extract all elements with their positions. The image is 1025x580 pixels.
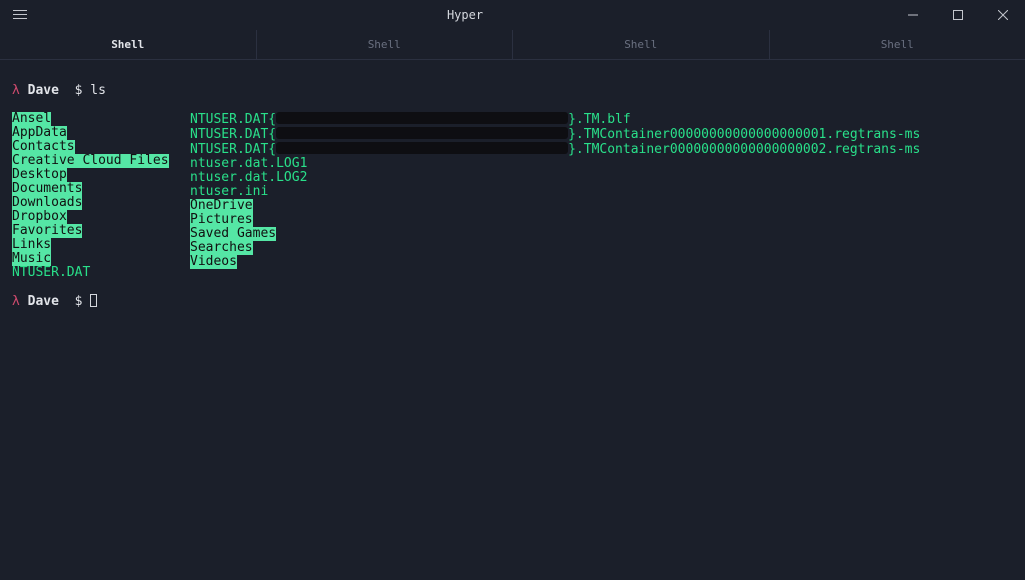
list-item: ntuser.ini bbox=[190, 185, 920, 199]
menu-icon[interactable] bbox=[0, 10, 40, 19]
prompt-user: Dave bbox=[28, 83, 59, 98]
list-item: Music bbox=[12, 252, 51, 266]
list-item: Ansel bbox=[12, 112, 51, 126]
prompt-dollar: $ bbox=[75, 83, 83, 98]
prompt-lambda: λ bbox=[12, 294, 20, 309]
redacted-text bbox=[276, 142, 568, 154]
list-item: Searches bbox=[190, 241, 253, 255]
file-suffix: }.TMContainer00000000000000000001.regtra… bbox=[568, 127, 920, 142]
tab-shell-2[interactable]: Shell bbox=[257, 30, 514, 59]
ls-output: Ansel AppData Contacts Creative Cloud Fi… bbox=[12, 112, 1013, 280]
list-item: Pictures bbox=[190, 213, 253, 227]
file-suffix: }.TMContainer00000000000000000002.regtra… bbox=[568, 142, 920, 157]
list-item: Downloads bbox=[12, 196, 82, 210]
window-controls bbox=[890, 0, 1025, 29]
file-prefix: NTUSER.DAT{ bbox=[190, 142, 276, 157]
list-item: NTUSER.DAT{ }.TMContainer0000000000000000… bbox=[190, 142, 920, 157]
prompt-dollar: $ bbox=[75, 294, 83, 309]
redacted-text bbox=[276, 127, 568, 139]
maximize-button[interactable] bbox=[935, 0, 980, 29]
prompt-user: Dave bbox=[28, 294, 59, 309]
file-prefix: NTUSER.DAT{ bbox=[190, 112, 276, 127]
file-suffix: }.TM.blf bbox=[568, 112, 631, 127]
list-item: Links bbox=[12, 238, 51, 252]
list-item: NTUSER.DAT{ }.TM.blf bbox=[190, 112, 920, 127]
prompt-line-2: λ Dave $ bbox=[12, 294, 1013, 309]
title-bar: Hyper bbox=[0, 0, 1025, 30]
file-prefix: NTUSER.DAT{ bbox=[190, 127, 276, 142]
minimize-button[interactable] bbox=[890, 0, 935, 29]
ls-column-2: NTUSER.DAT{ }.TM.blf NTUSER.DAT{ }.TMConta… bbox=[190, 112, 920, 269]
tab-shell-3[interactable]: Shell bbox=[513, 30, 770, 59]
list-item: ntuser.dat.LOG1 bbox=[190, 157, 920, 171]
prompt-command: ls bbox=[90, 83, 106, 98]
prompt-line-1: λ Dave $ ls bbox=[12, 84, 1013, 98]
tab-bar: Shell Shell Shell Shell bbox=[0, 30, 1025, 60]
list-item: Saved Games bbox=[190, 227, 276, 241]
list-item: Videos bbox=[190, 255, 237, 269]
list-item: Creative Cloud Files bbox=[12, 154, 169, 168]
list-item: Documents bbox=[12, 182, 82, 196]
terminal-area[interactable]: λ Dave $ ls Ansel AppData Contacts Creat… bbox=[0, 60, 1025, 333]
redacted-text bbox=[276, 112, 568, 124]
list-item: Contacts bbox=[12, 140, 75, 154]
list-item: Dropbox bbox=[12, 210, 67, 224]
prompt-lambda: λ bbox=[12, 83, 20, 98]
list-item: Favorites bbox=[12, 224, 82, 238]
list-item: AppData bbox=[12, 126, 67, 140]
tab-shell-1[interactable]: Shell bbox=[0, 30, 257, 59]
list-item: NTUSER.DAT{ }.TMContainer0000000000000000… bbox=[190, 127, 920, 142]
list-item: NTUSER.DAT bbox=[12, 266, 190, 280]
list-item: Desktop bbox=[12, 168, 67, 182]
list-item: ntuser.dat.LOG2 bbox=[190, 171, 920, 185]
ls-column-1: Ansel AppData Contacts Creative Cloud Fi… bbox=[12, 112, 190, 280]
window-title: Hyper bbox=[40, 8, 890, 22]
cursor bbox=[90, 294, 97, 307]
tab-shell-4[interactable]: Shell bbox=[770, 30, 1025, 59]
close-button[interactable] bbox=[980, 0, 1025, 29]
list-item: OneDrive bbox=[190, 199, 253, 213]
